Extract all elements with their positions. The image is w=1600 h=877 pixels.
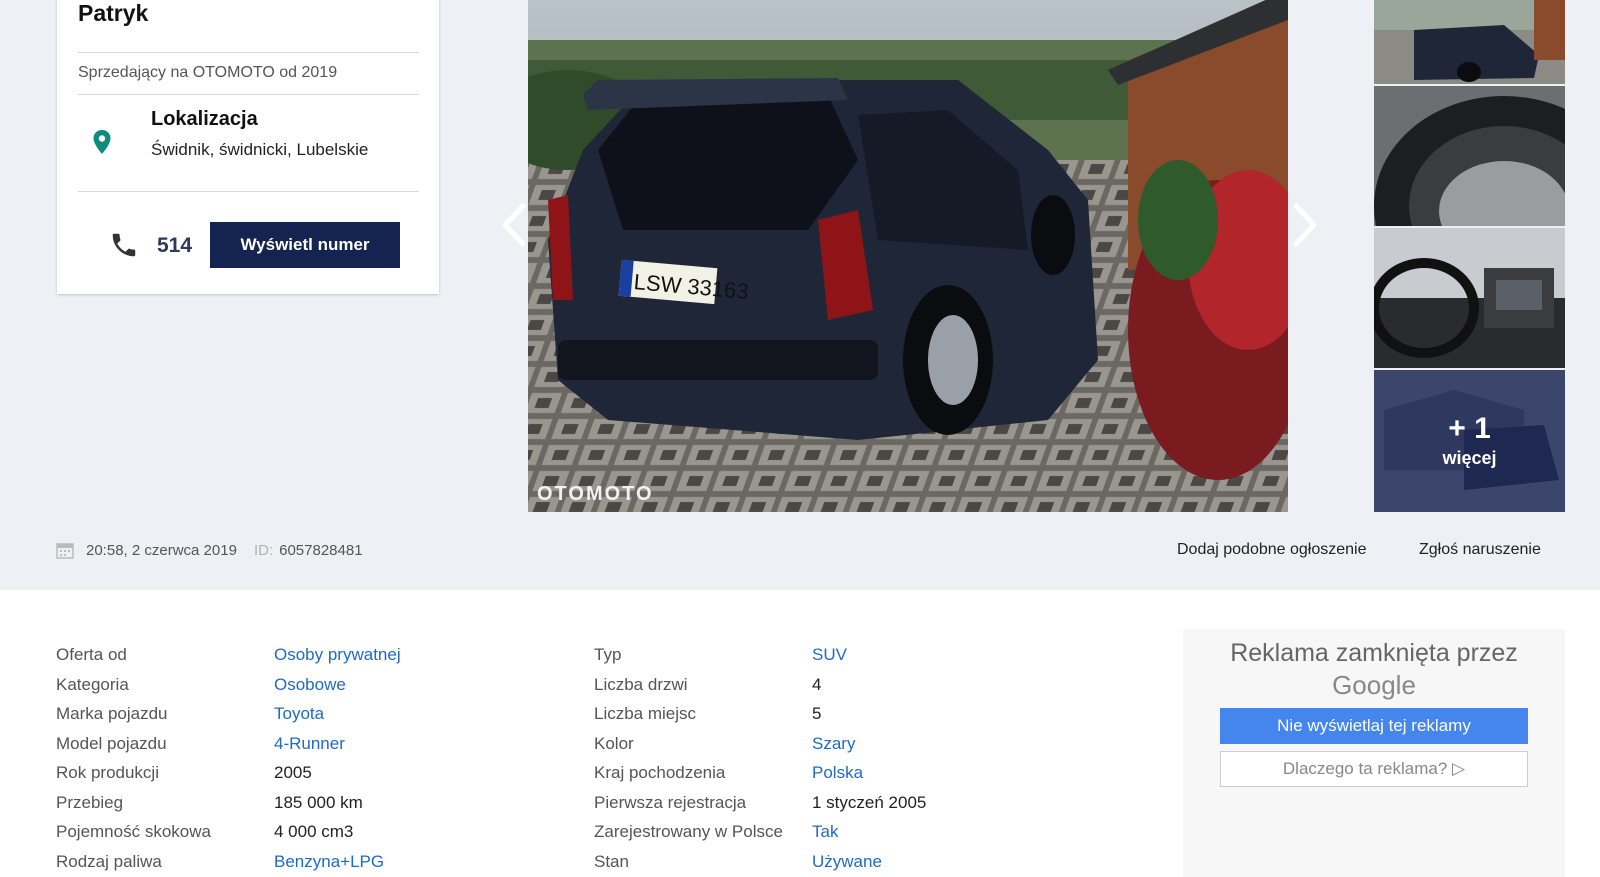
chevron-right-icon[interactable] xyxy=(1288,200,1322,250)
param-value[interactable]: Tak xyxy=(812,822,838,852)
param-row: Kolor Szary xyxy=(594,734,926,764)
hide-ad-button[interactable]: Nie wyświetlaj tej reklamy xyxy=(1220,708,1528,744)
param-row: Pierwsza rejestracja 1 styczeń 2005 xyxy=(594,793,926,823)
car-photo: LSW 33163 xyxy=(528,0,1288,512)
ad-closed-title: Reklama zamknięta przez Google xyxy=(1183,637,1565,702)
param-row: Przebieg 185 000 km xyxy=(56,793,401,823)
param-label: Marka pojazdu xyxy=(56,704,168,723)
param-value[interactable]: Benzyna+LPG xyxy=(274,852,384,877)
param-value: 4 000 cm3 xyxy=(274,822,354,841)
param-label: Pierwsza rejestracja xyxy=(594,792,747,812)
main-photo[interactable]: LSW 33163 OTOMOTO xyxy=(528,0,1288,512)
param-label: Stan xyxy=(594,851,629,871)
param-row: Kategoria Osobowe xyxy=(56,675,401,705)
listing-datetime: 20:58, 2 czerwca 2019 xyxy=(86,541,237,559)
param-row: Liczba drzwi 4 xyxy=(594,675,926,705)
param-value[interactable]: Szary xyxy=(812,734,855,764)
otomoto-watermark: OTOMOTO xyxy=(537,483,654,505)
params-left-column: Oferta od Osoby prywatnej Kategoria Osobowe… xyxy=(56,645,401,877)
divider xyxy=(78,191,419,192)
param-label: Liczba miejsc xyxy=(594,704,697,723)
location-label: Lokalizacja xyxy=(151,108,258,130)
param-row: Liczba miejsc 5 xyxy=(594,704,926,734)
param-label: Pojemność skokowa xyxy=(56,822,211,841)
report-violation-link[interactable]: Zgłoś naruszenie xyxy=(1419,541,1541,559)
google-logo: Google xyxy=(1332,670,1416,700)
thumbnail[interactable] xyxy=(1374,228,1565,368)
param-row: Pojemność skokowa 4 000 cm3 xyxy=(56,822,401,852)
param-row: Rodzaj paliwa Benzyna+LPG xyxy=(56,852,401,877)
ad-closed-text: Reklama zamknięta przez xyxy=(1230,639,1518,667)
param-value: 4 xyxy=(812,674,822,694)
param-value[interactable]: Używane xyxy=(812,852,882,877)
thumbnail-strip: + 1 więcej xyxy=(1374,0,1565,512)
calendar-icon xyxy=(56,543,74,559)
param-row: Model pojazdu 4-Runner xyxy=(56,734,401,764)
why-this-ad-button[interactable]: Dlaczego ta reklama? ▷ xyxy=(1220,751,1528,787)
param-label: Kategoria xyxy=(56,674,129,694)
param-label: Kraj pochodzenia xyxy=(594,763,726,782)
param-label: Typ xyxy=(594,645,622,664)
show-number-button[interactable]: Wyświetl numer xyxy=(210,222,400,268)
param-value[interactable]: 4-Runner xyxy=(274,734,345,764)
param-value[interactable]: SUV xyxy=(812,645,847,675)
param-row: Rok produkcji 2005 xyxy=(56,763,401,793)
param-row: Stan Używane xyxy=(594,852,926,877)
param-label: Zarejestrowany w Polsce xyxy=(594,822,783,841)
divider xyxy=(78,52,419,53)
chevron-left-icon[interactable] xyxy=(497,200,531,250)
param-label: Kolor xyxy=(594,733,634,753)
listing-id: 6057828481 xyxy=(279,541,363,559)
thumbnail[interactable] xyxy=(1374,0,1565,84)
phone-prefix: 514 xyxy=(157,234,193,257)
param-value: 1 styczeń 2005 xyxy=(812,792,927,812)
location-value: Świdnik, świdnicki, Lubelskie xyxy=(151,140,369,159)
more-photos-thumbnail[interactable]: + 1 więcej xyxy=(1374,370,1565,512)
param-row: Marka pojazdu Toyota xyxy=(56,704,401,734)
param-value[interactable]: Polska xyxy=(812,763,863,793)
seller-since: Sprzedający na OTOMOTO od 2019 xyxy=(78,64,338,81)
param-value[interactable]: Osoby prywatnej xyxy=(274,645,401,675)
listing-meta: 20:58, 2 czerwca 2019 ID: 6057828481 xyxy=(56,541,363,559)
param-value: 2005 xyxy=(274,763,312,782)
divider xyxy=(78,94,419,95)
param-value[interactable]: Osobowe xyxy=(274,675,346,705)
ad-closed-box: Reklama zamknięta przez Google Nie wyświ… xyxy=(1183,629,1565,877)
param-label: Rok produkcji xyxy=(56,763,159,782)
seller-card: Patryk Sprzedający na OTOMOTO od 2019 Lo… xyxy=(57,0,439,294)
more-photos-label: więcej xyxy=(1442,447,1497,468)
param-row: Typ SUV xyxy=(594,645,926,675)
param-value[interactable]: Toyota xyxy=(274,704,324,734)
param-value: 185 000 km xyxy=(274,792,363,812)
phone-icon xyxy=(112,233,136,257)
param-label: Rodzaj paliwa xyxy=(56,851,162,871)
seller-name: Patryk xyxy=(78,0,149,26)
param-row: Zarejestrowany w Polsce Tak xyxy=(594,822,926,852)
param-value: 5 xyxy=(812,704,822,723)
add-similar-link[interactable]: Dodaj podobne ogłoszenie xyxy=(1177,541,1366,559)
param-label: Model pojazdu xyxy=(56,733,167,753)
params-right-column: Typ SUV Liczba drzwi 4 Liczba miejsc 5 Kolor Sz… xyxy=(594,645,926,877)
param-row: Oferta od Osoby prywatnej xyxy=(56,645,401,675)
more-photos-overlay: + 1 więcej xyxy=(1374,370,1565,512)
param-label: Przebieg xyxy=(56,792,124,812)
listing-id-label: ID: xyxy=(253,541,274,559)
param-label: Liczba drzwi xyxy=(594,674,688,694)
more-photos-count: + 1 xyxy=(1448,411,1491,445)
param-row: Kraj pochodzenia Polska xyxy=(594,763,926,793)
param-label: Oferta od xyxy=(56,645,127,664)
thumbnail[interactable] xyxy=(1374,86,1565,226)
location-pin-icon xyxy=(93,130,111,154)
